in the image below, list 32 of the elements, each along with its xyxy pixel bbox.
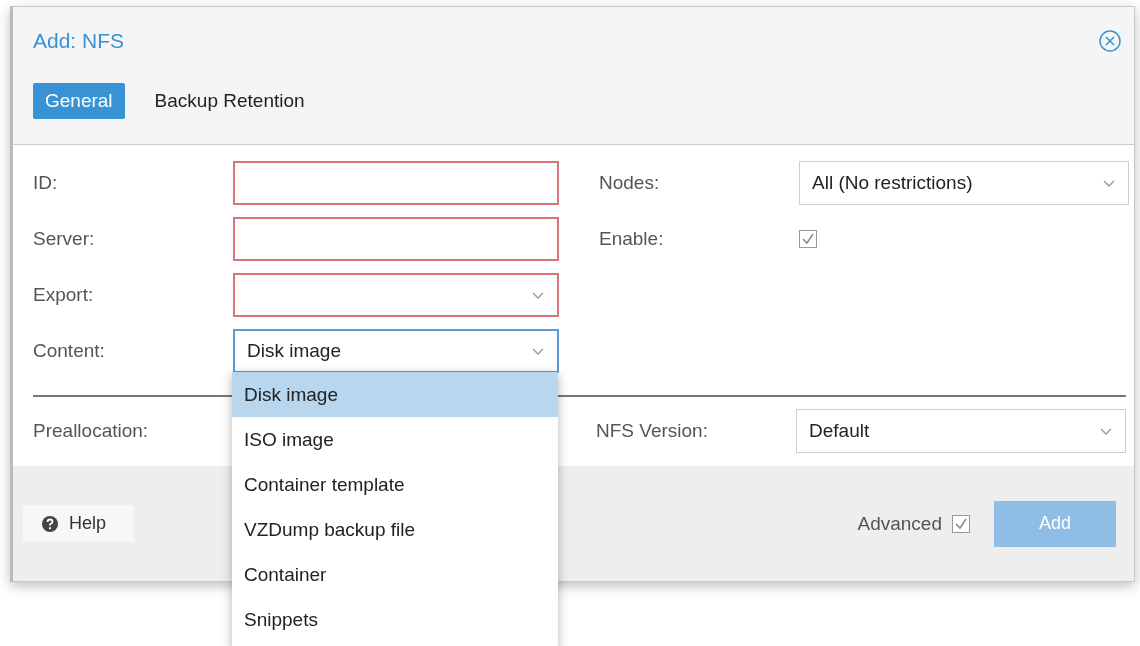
field-label: Export: (33, 284, 95, 306)
menu-option[interactable]: ISO image (232, 417, 558, 462)
caret-icon (531, 290, 545, 300)
tab[interactable]: Backup Retention (142, 83, 317, 119)
enable-checkbox[interactable] (799, 230, 817, 248)
menu-option[interactable]: VZDump backup file (232, 507, 558, 552)
text-field[interactable] (233, 161, 559, 205)
menu-option[interactable]: Snippets (232, 597, 558, 642)
menu-option[interactable]: Disk image (232, 372, 558, 417)
field-label: Preallocation: (33, 420, 150, 442)
dialog-title: Add: NFS (33, 29, 125, 53)
menu-option[interactable]: Container (232, 552, 558, 597)
help-icon (41, 514, 59, 533)
field-label: NFS Version: (596, 420, 709, 442)
text-field[interactable] (233, 217, 559, 261)
advanced-label: Advanced (857, 512, 942, 535)
help-button[interactable]: Help (23, 505, 135, 542)
caret-icon (1102, 178, 1116, 188)
menu-option[interactable]: Container template (232, 462, 558, 507)
close-icon[interactable] (1098, 29, 1122, 53)
caret-icon (1099, 426, 1113, 436)
field-label: Nodes: (599, 172, 661, 194)
caret-icon (531, 346, 545, 356)
advanced-checkbox[interactable] (952, 514, 970, 533)
field-label: Server: (33, 228, 96, 250)
field-label: ID: (33, 172, 59, 194)
combo-field[interactable]: Disk image (233, 329, 559, 373)
combo-field[interactable]: Default (796, 409, 1126, 453)
field-label: Enable: (599, 228, 665, 250)
combo-field[interactable]: All (No restrictions) (799, 161, 1129, 205)
field-label: Content: (33, 340, 106, 362)
combo-field[interactable] (233, 273, 559, 317)
